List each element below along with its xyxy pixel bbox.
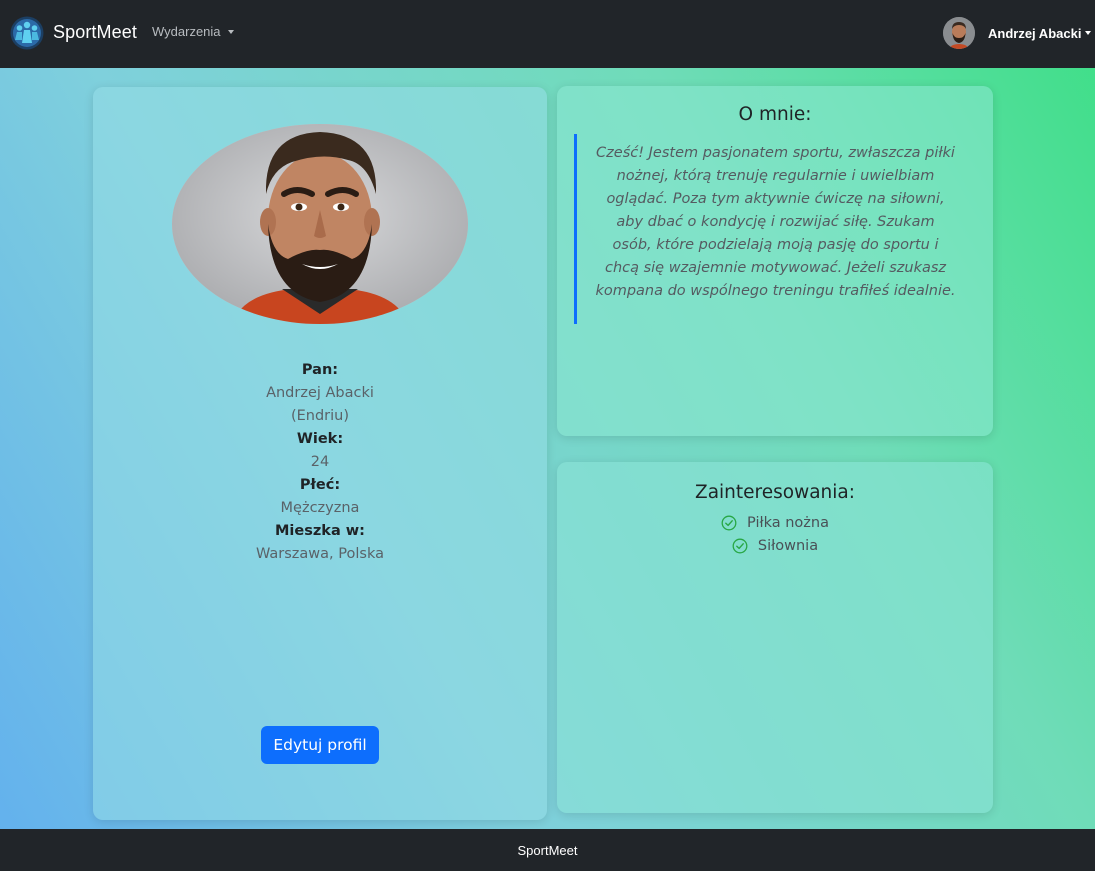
nickname: (Endriu) [290, 408, 350, 424]
events-dropdown-label: Wydarzenia [152, 24, 221, 39]
interest-label: Siłownia [757, 537, 819, 554]
top-navbar: SportMeet Wydarzenia Andrzej Abacki [0, 0, 1095, 68]
user-name-label: Andrzej Abacki [988, 25, 1082, 41]
full-name: Andrzej Abacki [266, 385, 374, 401]
avatar [943, 17, 975, 49]
footer: SportMeet [0, 829, 1095, 871]
caret-down-icon [227, 29, 234, 34]
interests-list: Piłka nożna Siłownia [557, 511, 993, 557]
interests-card: Zainteresowania: Piłka nożna Siłownia [557, 462, 993, 813]
check-circle-icon [721, 515, 737, 530]
profile-photo [172, 124, 468, 324]
check-circle-icon [732, 538, 748, 553]
about-quote: Cześć! Jestem pasjonatem sportu, zwłaszc… [574, 134, 970, 324]
gender-label: Płeć: [299, 477, 341, 493]
user-avatar-image [943, 17, 975, 49]
profile-card: Pan: Andrzej Abacki (Endriu) Wiek: 24 Pł… [93, 87, 547, 820]
age-value: 24 [310, 454, 330, 470]
events-dropdown[interactable]: Wydarzenia [152, 24, 234, 39]
about-title: O mnie: [738, 104, 812, 125]
profile-photo-image [172, 124, 468, 324]
city-value: Warszawa, Polska [256, 546, 384, 562]
caret-down-icon [1085, 31, 1092, 35]
user-name: Andrzej Abacki [988, 25, 1092, 41]
brand-name[interactable]: SportMeet [53, 22, 137, 43]
title-label: Pan: [301, 362, 339, 378]
interest-label: Piłka nożna [747, 514, 829, 531]
list-item: Siłownia [557, 534, 993, 557]
people-group-logo-icon[interactable] [10, 16, 44, 50]
city-label: Mieszka w: [275, 523, 365, 539]
gender-value: Mężczyzna [280, 500, 360, 516]
edit-profile-button[interactable]: Edytuj profil [261, 726, 379, 764]
interests-title: Zainteresowania: [695, 482, 855, 503]
user-menu-dropdown[interactable]: Andrzej Abacki [943, 17, 1092, 49]
profile-info: Pan: Andrzej Abacki (Endriu) Wiek: 24 Pł… [93, 359, 547, 566]
age-label: Wiek: [296, 431, 344, 447]
footer-brand: SportMeet [517, 842, 578, 858]
list-item: Piłka nożna [557, 511, 993, 534]
about-card: O mnie: Cześć! Jestem pasjonatem sportu,… [557, 86, 993, 436]
